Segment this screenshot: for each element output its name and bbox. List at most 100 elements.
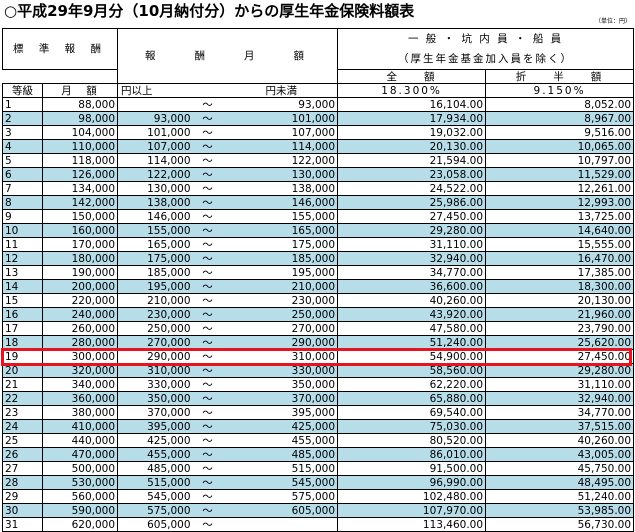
range-from-cell: 122,000 [117, 167, 193, 182]
range-from-cell: 195,000 [117, 279, 193, 294]
range-tilde: ～ [192, 97, 223, 112]
half-amount-cell: 16,470.00 [485, 251, 635, 266]
half-amount-cell: 51,240.00 [485, 489, 635, 504]
table-row: 21 340,000 330,000 ～ 350,000 62,220.00 31,110.… [2, 377, 635, 392]
table-row: 5 118,000 114,000 ～ 122,000 21,594.00 10,797.0… [2, 153, 635, 168]
full-amount-cell: 25,986.00 [337, 195, 487, 210]
range-from-cell: 545,000 [117, 489, 193, 504]
header-lower-bound: 円以上 [117, 83, 193, 98]
grade-cell: 4 [2, 139, 43, 154]
range-tilde: ～ [192, 307, 223, 322]
premium-table: 標 準 報 酬 報 酬 月 額 一 般 ・ 坑 内 員 ・ 船 員 （厚生年金基… [1, 28, 635, 532]
range-from-cell: 138,000 [117, 195, 193, 210]
header-standard-remuneration: 標 準 報 酬 [1, 28, 119, 70]
table-row: 25 440,000 425,000 ～ 455,000 80,520.00 40,260.… [2, 433, 635, 448]
monthly-amount-cell: 150,000 [41, 209, 119, 224]
monthly-amount-cell: 240,000 [41, 307, 119, 322]
range-to-cell: 310,000 [222, 349, 339, 364]
table-row: 29 560,000 545,000 ～ 575,000 102,480.00 51,240… [2, 489, 635, 504]
range-tilde: ～ [192, 265, 223, 280]
range-to-cell: 250,000 [222, 307, 339, 322]
half-amount-cell: 10,065.00 [485, 139, 635, 154]
range-to-cell: 210,000 [222, 279, 339, 294]
monthly-amount-cell: 340,000 [41, 377, 119, 392]
monthly-amount-cell: 620,000 [41, 517, 119, 532]
range-to-cell: 290,000 [222, 335, 339, 350]
full-amount-cell: 113,460.00 [337, 517, 487, 532]
header-remuneration-monthly: 報 酬 月 額 [117, 28, 339, 84]
page-title: ○平成29年9月分（10月納付分）からの厚生年金保険料額表 [4, 2, 415, 20]
full-amount-cell: 27,450.00 [337, 209, 487, 224]
full-amount-cell: 43,920.00 [337, 307, 487, 322]
table-row: 13 190,000 185,000 ～ 195,000 34,770.00 17,385.… [2, 265, 635, 280]
table-row: 7 134,000 130,000 ～ 138,000 24,522.00 12,261.0… [2, 181, 635, 196]
half-amount-cell: 45,750.00 [485, 461, 635, 476]
grade-cell: 12 [2, 251, 43, 266]
range-to-cell: 370,000 [222, 391, 339, 406]
range-from-cell: 230,000 [117, 307, 193, 322]
monthly-amount-cell: 410,000 [41, 419, 119, 434]
range-from-cell: 395,000 [117, 419, 193, 434]
range-from-cell: 485,000 [117, 461, 193, 476]
range-to-cell: 485,000 [222, 447, 339, 462]
grade-cell: 6 [2, 167, 43, 182]
range-to-cell: 146,000 [222, 195, 339, 210]
half-amount-cell: 20,130.00 [485, 293, 635, 308]
range-from-cell: 350,000 [117, 391, 193, 406]
half-amount-cell: 12,993.00 [485, 195, 635, 210]
range-tilde: ～ [192, 391, 223, 406]
range-tilde: ～ [192, 111, 223, 126]
header-row-1: 標 準 報 酬 報 酬 月 額 一 般 ・ 坑 内 員 ・ 船 員 [1, 28, 635, 84]
table-row: 11 170,000 165,000 ～ 175,000 31,110.00 15,555.… [2, 237, 635, 252]
grade-cell: 18 [2, 335, 43, 350]
monthly-amount-cell: 440,000 [41, 433, 119, 448]
range-from-cell: 185,000 [117, 265, 193, 280]
table-row: 9 150,000 146,000 ～ 155,000 27,450.00 13,725.0… [2, 209, 635, 224]
half-amount-cell: 25,620.00 [485, 335, 635, 350]
monthly-amount-cell: 530,000 [41, 475, 119, 490]
monthly-amount-cell: 104,000 [41, 125, 119, 140]
range-tilde: ～ [192, 139, 223, 154]
grade-cell: 28 [2, 475, 43, 490]
range-tilde: ～ [192, 433, 223, 448]
grade-cell: 24 [2, 419, 43, 434]
range-to-cell: 101,000 [222, 111, 339, 126]
header-upper-bound: 円未満 [222, 83, 339, 98]
grade-cell: 2 [2, 111, 43, 126]
range-from-cell: 515,000 [117, 475, 193, 490]
table-row: 20 320,000 310,000 ～ 330,000 58,560.00 29,280.… [2, 363, 635, 378]
half-amount-cell: 53,985.00 [485, 503, 635, 518]
monthly-amount-cell: 260,000 [41, 321, 119, 336]
grade-cell: 13 [2, 265, 43, 280]
full-amount-cell: 65,880.00 [337, 391, 487, 406]
table-row: 28 530,000 515,000 ～ 545,000 96,990.00 48,495.… [2, 475, 635, 490]
grade-cell: 5 [2, 153, 43, 168]
range-tilde: ～ [192, 517, 223, 532]
unit-note: （単位：円） [594, 18, 631, 25]
monthly-amount-cell: 560,000 [41, 489, 119, 504]
range-to-cell: 395,000 [222, 405, 339, 420]
range-from-cell: 114,000 [117, 153, 193, 168]
grade-cell: 10 [2, 223, 43, 238]
range-to-cell: 515,000 [222, 461, 339, 476]
full-amount-cell: 107,970.00 [337, 503, 487, 518]
half-amount-cell: 11,529.00 [485, 167, 635, 182]
monthly-amount-cell: 88,000 [41, 97, 119, 112]
monthly-amount-cell: 118,000 [41, 153, 119, 168]
grade-cell: 27 [2, 461, 43, 476]
range-tilde: ～ [192, 251, 223, 266]
table-row: 31 620,000 605,000 ～ 113,460.00 56,730.00 [2, 517, 635, 532]
header-monthly-amount: 月 額 [41, 83, 119, 98]
table-row: 4 110,000 107,000 ～ 114,000 20,130.00 10,065.0… [2, 139, 635, 154]
range-from-cell [117, 97, 193, 112]
table-row: 12 180,000 175,000 ～ 185,000 32,940.00 16,470.… [2, 251, 635, 266]
grade-cell: 26 [2, 447, 43, 462]
range-tilde: ～ [192, 349, 223, 364]
header-full-rate: 18.300% [337, 83, 487, 98]
range-from-cell: 370,000 [117, 405, 193, 420]
range-tilde: ～ [192, 293, 223, 308]
header-half-amount: 折 半 額 [485, 69, 635, 84]
range-from-cell: 155,000 [117, 223, 193, 238]
half-amount-cell: 56,730.00 [485, 517, 635, 532]
monthly-amount-cell: 280,000 [41, 335, 119, 350]
